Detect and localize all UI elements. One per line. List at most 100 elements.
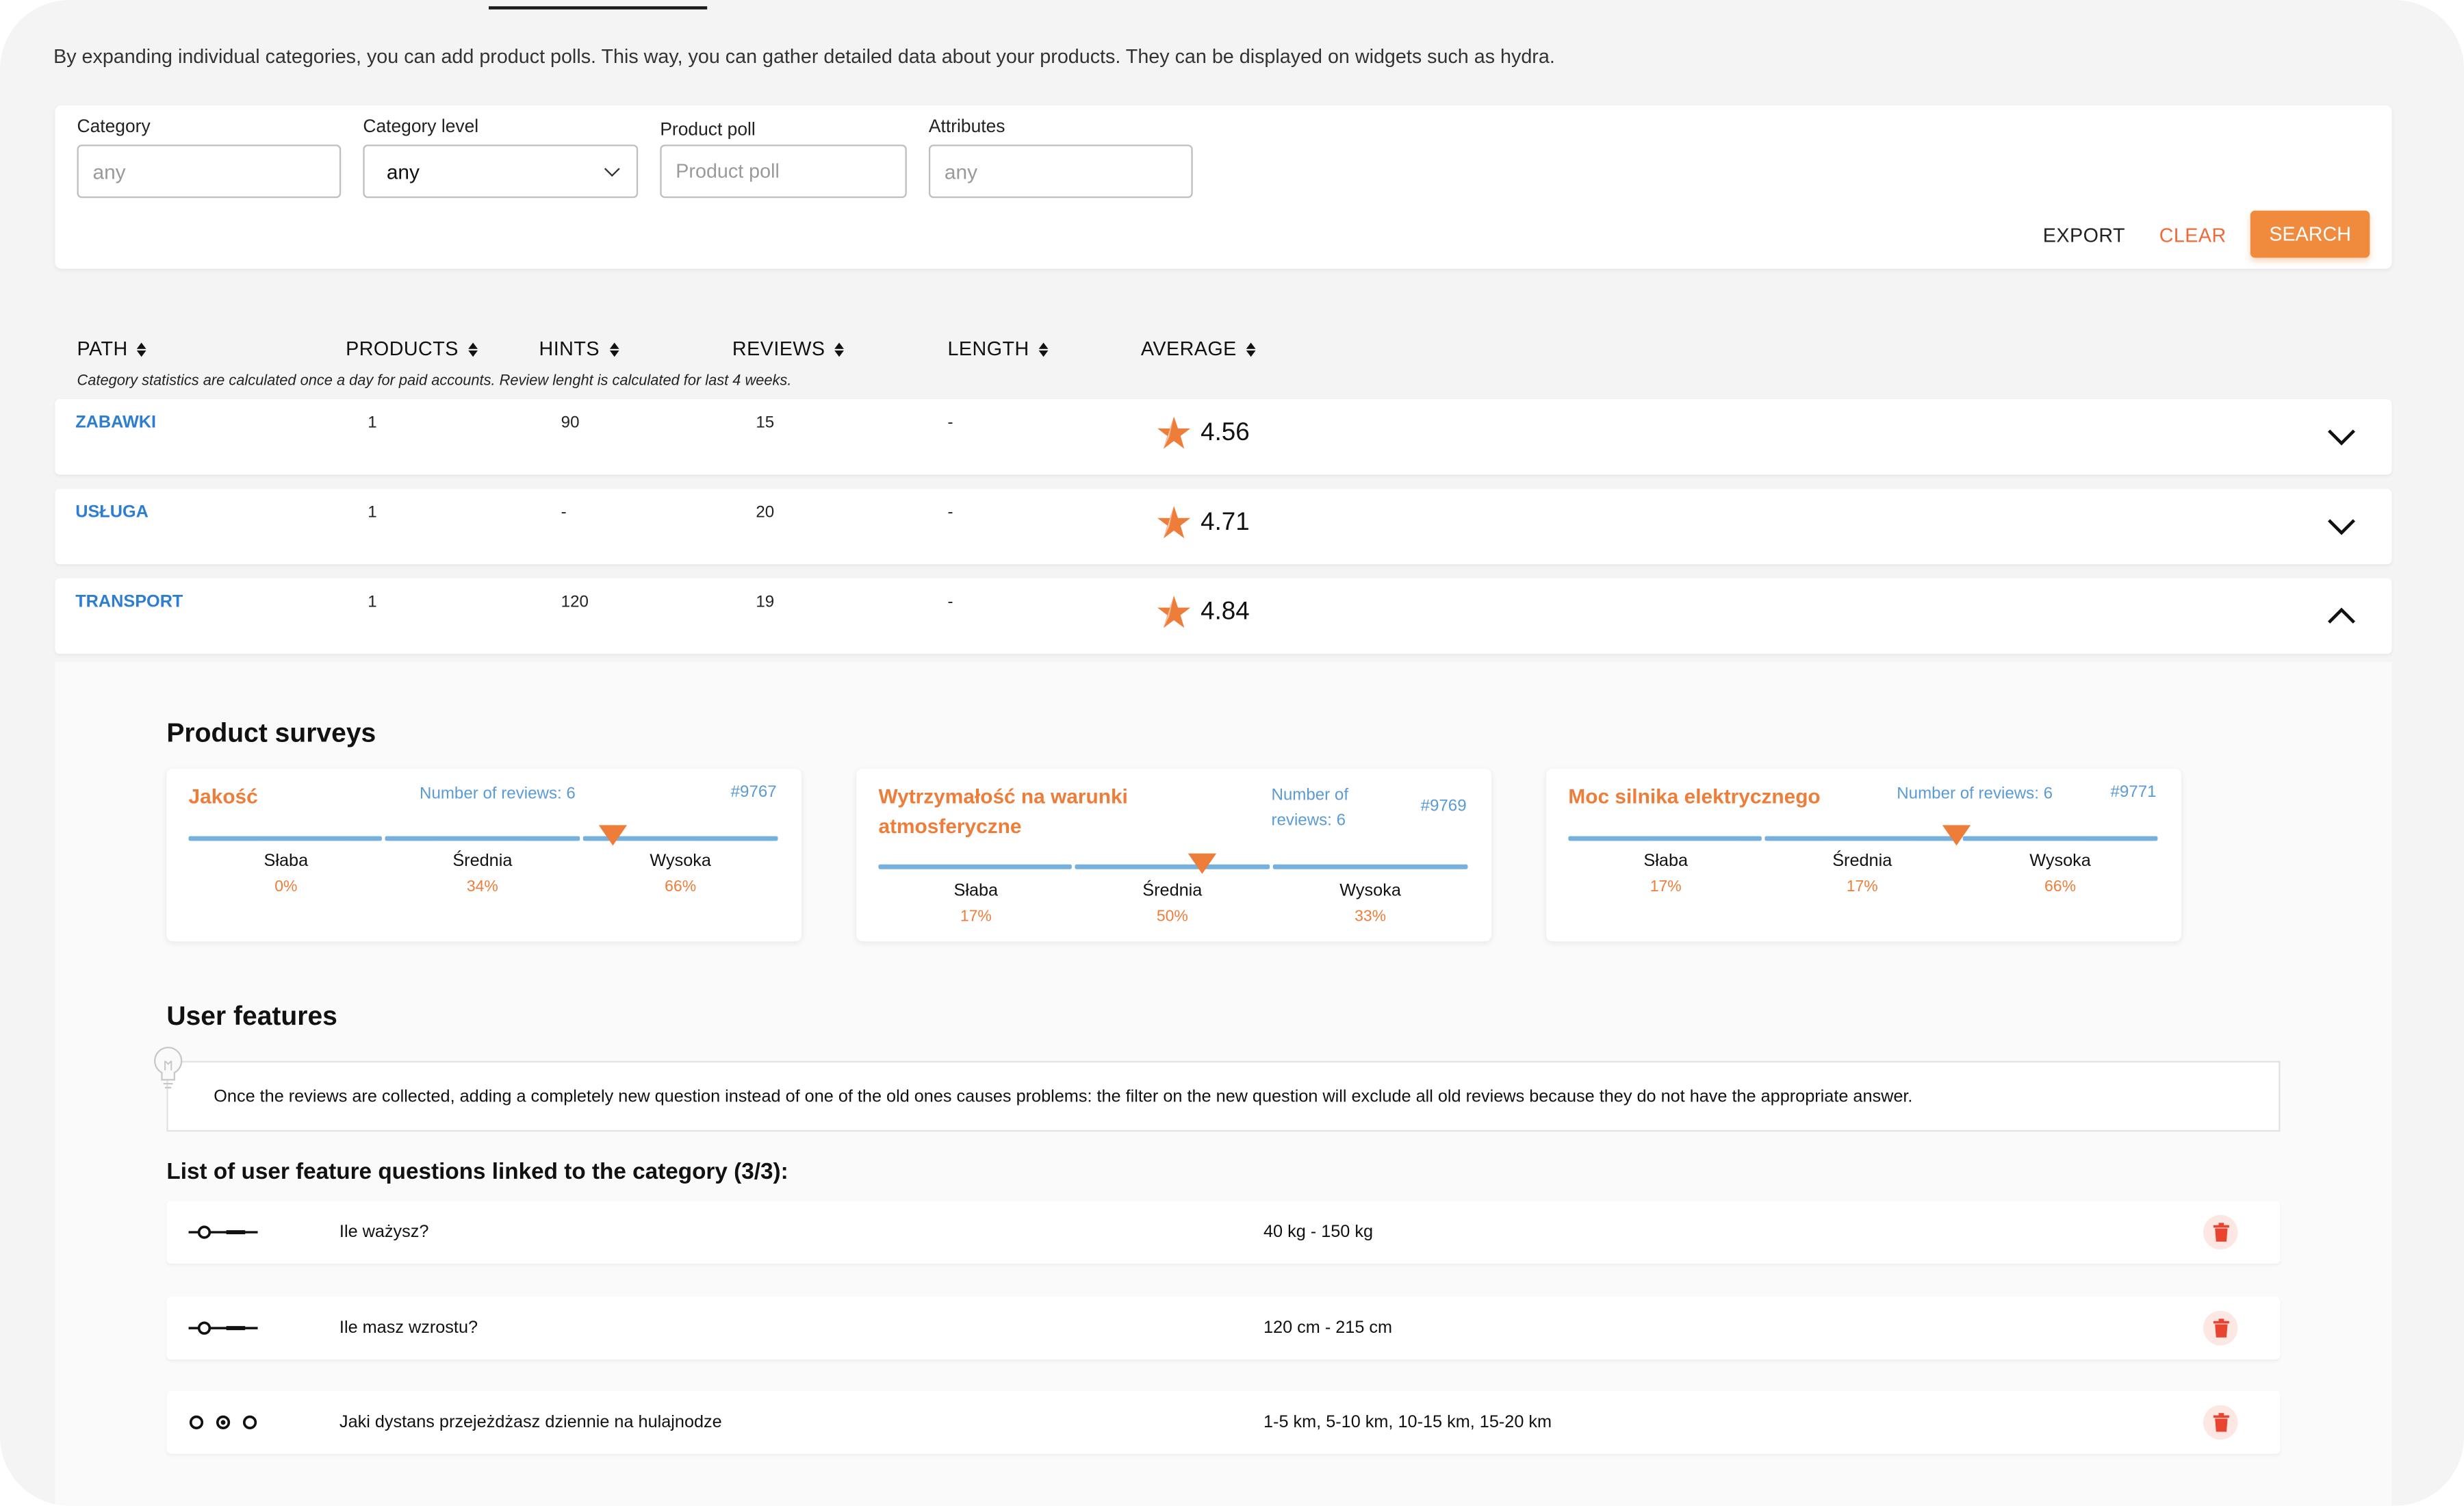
products-cell: 1 bbox=[368, 502, 377, 522]
survey-card[interactable]: Wytrzymałość na warunki atmosferyczne Nu… bbox=[856, 768, 1491, 942]
clear-button[interactable]: CLEAR bbox=[2159, 225, 2226, 246]
app-frame: By expanding individual categories, you … bbox=[0, 0, 2464, 1506]
feature-row: Jaki dystans przejeżdżasz dziennie na hu… bbox=[166, 1390, 2281, 1454]
sort-icon bbox=[137, 342, 147, 357]
average-marker bbox=[598, 825, 628, 846]
attributes-label: Attributes bbox=[928, 118, 1005, 137]
length-cell: - bbox=[947, 413, 953, 433]
scale-percentage: 50% bbox=[1156, 908, 1188, 926]
sort-icon bbox=[467, 342, 478, 357]
trash-icon bbox=[2212, 1318, 2229, 1338]
scale-percentage: 17% bbox=[1846, 878, 1878, 896]
lightbulb-icon bbox=[154, 1047, 183, 1088]
scale-label: Słaba bbox=[264, 852, 309, 871]
category-level-value: any bbox=[386, 159, 420, 183]
tip-text: Once the reviews are collected, adding a… bbox=[214, 1087, 1913, 1107]
scale-segment bbox=[1568, 836, 1762, 841]
products-cell: 1 bbox=[368, 592, 377, 612]
rating-star-icon bbox=[1157, 506, 1191, 539]
sort-icon bbox=[1038, 342, 1049, 357]
category-path-link[interactable]: USŁUGA bbox=[75, 503, 149, 522]
survey-id: #9767 bbox=[730, 782, 777, 802]
feature-values: 120 cm - 215 cm bbox=[1263, 1318, 1393, 1338]
feature-question: Ile ważysz? bbox=[339, 1223, 429, 1242]
scale-segment bbox=[385, 836, 580, 841]
average-rating: 4.84 bbox=[1155, 594, 1250, 632]
average-rating: 4.56 bbox=[1155, 415, 1250, 452]
attributes-input[interactable] bbox=[930, 146, 1192, 196]
survey-review-count: Number of reviews: 6 bbox=[1271, 786, 1349, 830]
category-path-link[interactable]: TRANSPORT bbox=[75, 593, 183, 612]
header-products[interactable]: PRODUCTS bbox=[346, 338, 478, 360]
survey-review-count: Number of reviews: 6 bbox=[420, 784, 576, 804]
scale-percentage: 17% bbox=[1650, 878, 1682, 896]
scale-label: Średnia bbox=[1142, 882, 1203, 901]
header-path[interactable]: PATH bbox=[77, 338, 147, 360]
scale-segment bbox=[878, 864, 1072, 869]
average-value: 4.56 bbox=[1201, 420, 1250, 447]
rating-star-icon bbox=[1157, 596, 1191, 628]
sort-icon bbox=[1246, 342, 1256, 357]
average-rating: 4.71 bbox=[1155, 505, 1250, 542]
scale-percentage: 17% bbox=[960, 908, 992, 926]
chevron-down-icon bbox=[604, 160, 620, 177]
product-poll-field bbox=[660, 144, 907, 199]
scale-percentage: 34% bbox=[466, 878, 498, 896]
scale-label: Wysoka bbox=[1339, 882, 1401, 901]
product-surveys-title: Product surveys bbox=[166, 718, 376, 748]
average-marker bbox=[1942, 825, 1971, 846]
sort-icon bbox=[834, 342, 845, 357]
feature-values: 1-5 km, 5-10 km, 10-15 km, 15-20 km bbox=[1263, 1413, 1552, 1432]
collapse-chevron-icon[interactable] bbox=[2326, 600, 2357, 632]
expand-chevron-icon[interactable] bbox=[2326, 511, 2357, 542]
scale-segment bbox=[1764, 836, 1960, 841]
feature-row: Ile masz wzrostu? 120 cm - 215 cm bbox=[166, 1297, 2281, 1360]
delete-feature-button[interactable] bbox=[2203, 1310, 2238, 1346]
delete-feature-button[interactable] bbox=[2203, 1214, 2238, 1250]
radio-options-icon bbox=[189, 1415, 257, 1429]
category-field bbox=[77, 144, 342, 199]
reviews-cell: 19 bbox=[756, 592, 775, 612]
intro-text: By expanding individual categories, you … bbox=[53, 45, 1555, 68]
trash-icon bbox=[2212, 1413, 2229, 1432]
product-poll-input[interactable] bbox=[661, 146, 906, 196]
category-level-select[interactable]: any bbox=[363, 144, 639, 199]
feature-list-title: List of user feature questions linked to… bbox=[166, 1160, 788, 1186]
average-value: 4.84 bbox=[1201, 598, 1250, 626]
delete-feature-button[interactable] bbox=[2203, 1405, 2238, 1440]
expand-chevron-icon[interactable] bbox=[2326, 421, 2357, 452]
survey-id: #9769 bbox=[1420, 797, 1467, 816]
survey-review-count: Number of reviews: 6 bbox=[1897, 784, 2053, 804]
range-slider-icon bbox=[188, 1225, 258, 1239]
header-average[interactable]: AVERAGE bbox=[1141, 338, 1256, 360]
header-hints[interactable]: HINTS bbox=[539, 338, 619, 360]
reviews-cell: 20 bbox=[756, 502, 775, 522]
header-length[interactable]: LENGTH bbox=[947, 338, 1049, 360]
scale-segment bbox=[1075, 864, 1270, 869]
header-reviews[interactable]: REVIEWS bbox=[732, 338, 845, 360]
survey-card[interactable]: Jakość Number of reviews: 6 #9767 Słaba … bbox=[166, 768, 801, 942]
survey-card[interactable]: Moc silnika elektrycznego Number of revi… bbox=[1546, 768, 2181, 942]
scale-label: Słaba bbox=[1643, 852, 1689, 871]
table-row: USŁUGA 1 - 20 - 4.71 bbox=[55, 489, 2392, 565]
feature-row: Ile ważysz? 40 kg - 150 kg bbox=[166, 1201, 2281, 1264]
average-marker bbox=[1188, 853, 1217, 874]
hints-cell: 90 bbox=[561, 413, 580, 433]
survey-id: #9771 bbox=[2110, 782, 2157, 802]
range-slider-icon bbox=[188, 1321, 258, 1335]
scale-label: Wysoka bbox=[2029, 852, 2091, 871]
category-level-label: Category level bbox=[363, 118, 479, 137]
statistics-note: Category statistics are calculated once … bbox=[77, 372, 792, 390]
hints-cell: - bbox=[561, 502, 567, 522]
scale-label: Średnia bbox=[452, 852, 513, 871]
search-button[interactable]: SEARCH bbox=[2250, 210, 2370, 258]
export-button[interactable]: EXPORT bbox=[2043, 225, 2125, 246]
scale-segment bbox=[1272, 864, 1468, 869]
product-poll-label: Product poll bbox=[660, 120, 756, 140]
category-input[interactable] bbox=[78, 146, 339, 196]
survey-title: Moc silnika elektrycznego bbox=[1568, 784, 1821, 808]
length-cell: - bbox=[947, 502, 953, 522]
length-cell: - bbox=[947, 592, 953, 612]
category-path-link[interactable]: ZABAWKI bbox=[75, 413, 156, 433]
average-value: 4.71 bbox=[1201, 509, 1250, 536]
